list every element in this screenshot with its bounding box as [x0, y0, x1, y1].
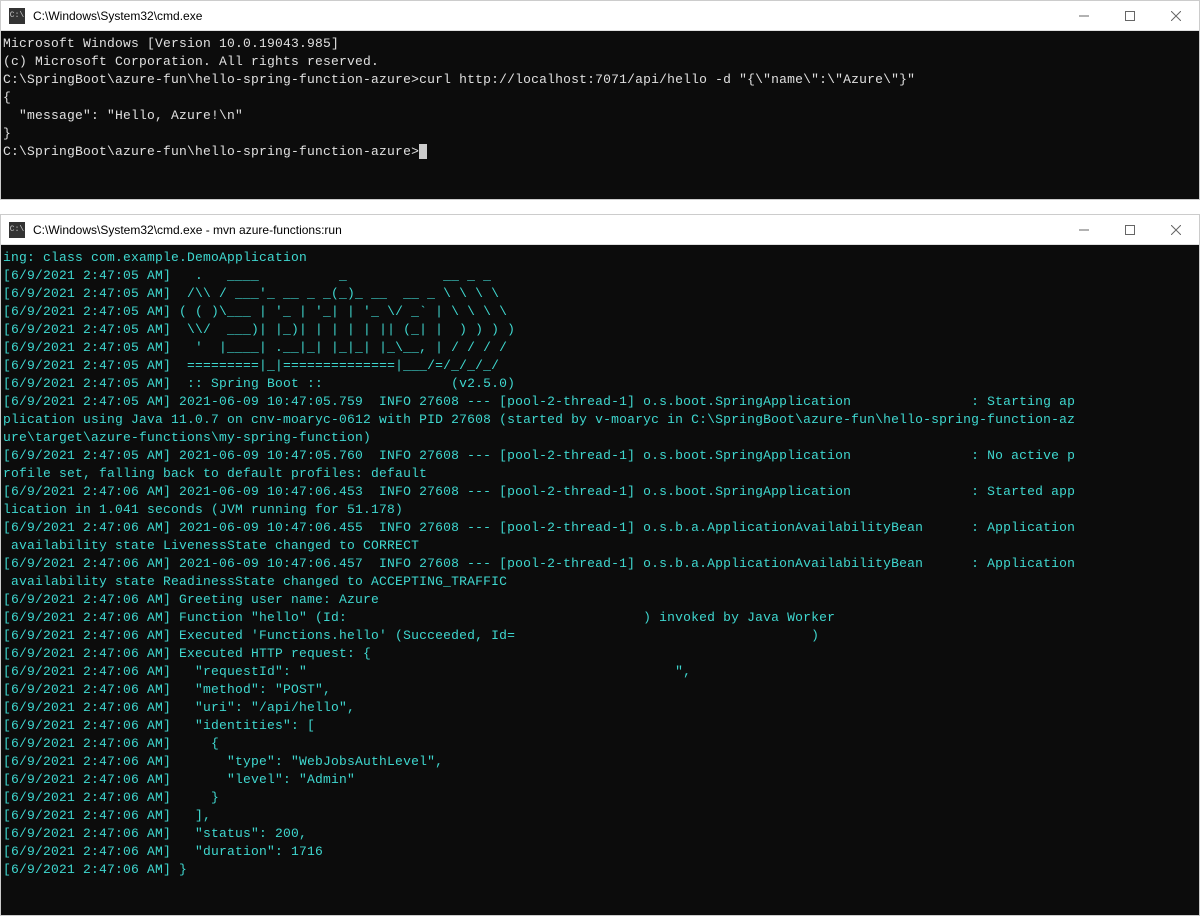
- terminal-line: [6/9/2021 2:47:05 AM] /\\ / ___'_ __ _ _…: [3, 285, 1197, 303]
- terminal-line: [6/9/2021 2:47:06 AM] ],: [3, 807, 1197, 825]
- terminal-line: [6/9/2021 2:47:06 AM] "requestId": " ",: [3, 663, 1197, 681]
- terminal-line: [6/9/2021 2:47:06 AM] "type": "WebJobsAu…: [3, 753, 1197, 771]
- terminal-line: [6/9/2021 2:47:05 AM] \\/ ___)| |_)| | |…: [3, 321, 1197, 339]
- title-bar-2[interactable]: C:\ C:\Windows\System32\cmd.exe - mvn az…: [1, 215, 1199, 245]
- terminal-line: [6/9/2021 2:47:06 AM] "identities": [: [3, 717, 1197, 735]
- terminal-line: [6/9/2021 2:47:06 AM] }: [3, 861, 1197, 879]
- terminal-line: availability state LivenessState changed…: [3, 537, 1197, 555]
- terminal-line: [6/9/2021 2:47:06 AM] "level": "Admin": [3, 771, 1197, 789]
- cursor: [419, 144, 427, 159]
- terminal-line: [6/9/2021 2:47:06 AM] 2021-06-09 10:47:0…: [3, 483, 1197, 501]
- terminal-line: [6/9/2021 2:47:06 AM] Executed 'Function…: [3, 627, 1197, 645]
- cmd-window-2: C:\ C:\Windows\System32\cmd.exe - mvn az…: [0, 214, 1200, 916]
- terminal-line: [6/9/2021 2:47:06 AM] {: [3, 735, 1197, 753]
- cmd-icon: C:\: [9, 8, 25, 24]
- terminal-line: {: [3, 89, 1197, 107]
- terminal-line: plication using Java 11.0.7 on cnv-moary…: [3, 411, 1197, 429]
- terminal-line: availability state ReadinessState change…: [3, 573, 1197, 591]
- terminal-line: [6/9/2021 2:47:05 AM] =========|_|======…: [3, 357, 1197, 375]
- terminal-line: [6/9/2021 2:47:06 AM] Executed HTTP requ…: [3, 645, 1197, 663]
- terminal-line: [6/9/2021 2:47:06 AM] "duration": 1716: [3, 843, 1197, 861]
- terminal-line: "message": "Hello, Azure!\n": [3, 107, 1197, 125]
- terminal-line: [6/9/2021 2:47:06 AM] "uri": "/api/hello…: [3, 699, 1197, 717]
- cmd-window-1: C:\ C:\Windows\System32\cmd.exe Microsof…: [0, 0, 1200, 200]
- terminal-line: }: [3, 125, 1197, 143]
- terminal-line: [6/9/2021 2:47:05 AM] ( ( )\___ | '_ | '…: [3, 303, 1197, 321]
- cmd-icon: C:\: [9, 222, 25, 238]
- terminal-line: [6/9/2021 2:47:06 AM] "method": "POST",: [3, 681, 1197, 699]
- terminal-line: [6/9/2021 2:47:05 AM] ' |____| .__|_| |_…: [3, 339, 1197, 357]
- window-controls-1: [1061, 1, 1199, 31]
- terminal-body-1[interactable]: Microsoft Windows [Version 10.0.19043.98…: [1, 31, 1199, 199]
- terminal-line: [6/9/2021 2:47:06 AM] Function "hello" (…: [3, 609, 1197, 627]
- minimize-button[interactable]: [1061, 215, 1107, 245]
- close-button[interactable]: [1153, 1, 1199, 31]
- terminal-body-2[interactable]: ing: class com.example.DemoApplication[6…: [1, 245, 1199, 915]
- terminal-line: C:\SpringBoot\azure-fun\hello-spring-fun…: [3, 71, 1197, 89]
- terminal-line: [6/9/2021 2:47:05 AM] 2021-06-09 10:47:0…: [3, 447, 1197, 465]
- window-controls-2: [1061, 215, 1199, 245]
- close-button[interactable]: [1153, 215, 1199, 245]
- terminal-line: ing: class com.example.DemoApplication: [3, 249, 1197, 267]
- terminal-line: [6/9/2021 2:47:05 AM] :: Spring Boot :: …: [3, 375, 1197, 393]
- terminal-line: ure\target\azure-functions\my-spring-fun…: [3, 429, 1197, 447]
- terminal-line: [6/9/2021 2:47:06 AM] 2021-06-09 10:47:0…: [3, 555, 1197, 573]
- terminal-line: lication in 1.041 seconds (JVM running f…: [3, 501, 1197, 519]
- maximize-button[interactable]: [1107, 215, 1153, 245]
- terminal-line: [6/9/2021 2:47:06 AM] "status": 200,: [3, 825, 1197, 843]
- maximize-button[interactable]: [1107, 1, 1153, 31]
- terminal-line: [6/9/2021 2:47:06 AM] 2021-06-09 10:47:0…: [3, 519, 1197, 537]
- terminal-line: [6/9/2021 2:47:05 AM] 2021-06-09 10:47:0…: [3, 393, 1197, 411]
- terminal-line: [6/9/2021 2:47:06 AM] Greeting user name…: [3, 591, 1197, 609]
- terminal-line: Microsoft Windows [Version 10.0.19043.98…: [3, 35, 1197, 53]
- terminal-line: [6/9/2021 2:47:06 AM] }: [3, 789, 1197, 807]
- terminal-line: (c) Microsoft Corporation. All rights re…: [3, 53, 1197, 71]
- window-title-2: C:\Windows\System32\cmd.exe - mvn azure-…: [33, 223, 1061, 237]
- minimize-button[interactable]: [1061, 1, 1107, 31]
- window-title-1: C:\Windows\System32\cmd.exe: [33, 9, 1061, 23]
- terminal-line: rofile set, falling back to default prof…: [3, 465, 1197, 483]
- terminal-line: [6/9/2021 2:47:05 AM] . ____ _ __ _ _: [3, 267, 1197, 285]
- title-bar-1[interactable]: C:\ C:\Windows\System32\cmd.exe: [1, 1, 1199, 31]
- terminal-line: C:\SpringBoot\azure-fun\hello-spring-fun…: [3, 143, 1197, 161]
